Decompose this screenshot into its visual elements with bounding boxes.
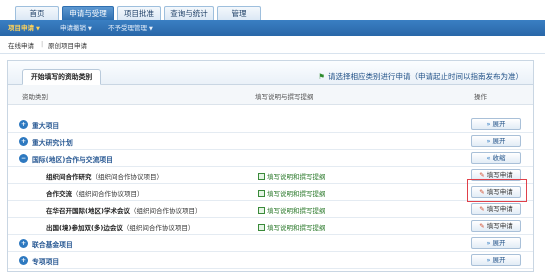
category-label: 国际(地区)合作与交流项目 xyxy=(32,156,113,164)
panel-note-text: 请选择相应类别进行申请（申请起止时间以指南发布为准） xyxy=(328,72,523,81)
subitem-name: 出国(境)参加双(多)边会议 xyxy=(46,224,123,232)
category-label: 重大项目 xyxy=(32,122,60,130)
tab-home[interactable]: 首页 xyxy=(15,6,59,20)
col-category: 资助类别 xyxy=(22,93,48,101)
panel-note: ⚑ 请选择相应类别进行申请（申请起止时间以指南发布为准） xyxy=(318,71,523,82)
guide-link-text: 填写说明和撰写提纲 xyxy=(267,190,326,198)
panel-tab: 开始填写的资助类别 xyxy=(22,69,102,85)
table-row: + 重大项目 » 展开 xyxy=(8,116,533,133)
guide-link[interactable]: 填写说明和撰写提纲 xyxy=(258,188,326,198)
subnav-reject-manage[interactable]: 不予受理管理 ▼ xyxy=(108,20,153,36)
guide-link[interactable]: 填写说明和撰写提纲 xyxy=(258,205,326,215)
expand-plus-icon[interactable]: + xyxy=(19,239,28,248)
sub-nav: 项目申请 ▼ 申请撤销 ▼ 不予受理管理 ▼ xyxy=(0,20,545,36)
top-nav: 首页 申请与受理 项目批准 查询与统计 管理 xyxy=(0,0,545,20)
expand-plus-icon[interactable]: + xyxy=(19,256,28,265)
collapse-minus-icon[interactable]: − xyxy=(19,154,28,163)
fill-application-button[interactable]: ✎ 填写申请 xyxy=(471,203,521,215)
tab-query-statistics[interactable]: 查询与统计 xyxy=(164,6,214,20)
chevron-down-icon: » xyxy=(486,239,491,247)
chevron-down-icon: » xyxy=(486,256,491,264)
category-label: 重大研究计划 xyxy=(32,139,73,147)
divider: | xyxy=(41,40,44,48)
button-label: 展开 xyxy=(492,256,506,264)
button-label: 填写申请 xyxy=(486,205,513,213)
guide-link-text: 填写说明和撰写提纲 xyxy=(267,224,326,232)
category-label: 专项项目 xyxy=(32,258,60,266)
button-label: 收缩 xyxy=(492,154,506,162)
subnav-project-apply[interactable]: 项目申请 ▼ xyxy=(8,20,40,36)
edit-icon: ✎ xyxy=(479,205,485,213)
table-row: − 国际(地区)合作与交流项目 «收缩 xyxy=(8,150,533,167)
subitem-note: （组织间合作协议项目） xyxy=(122,224,195,232)
expand-button[interactable]: » 展开 xyxy=(471,237,521,249)
subitem-name: 组织间合作研究 xyxy=(46,173,92,181)
expand-plus-icon[interactable]: + xyxy=(19,120,28,129)
guide-link-text: 填写说明和撰写提纲 xyxy=(267,173,326,181)
chevron-down-icon: ▼ xyxy=(149,26,153,32)
tab-project-approval[interactable]: 项目批准 xyxy=(117,6,161,20)
panel-header: 开始填写的资助类别 ⚑ 请选择相应类别进行申请（申请起止时间以指南发布为准） xyxy=(8,61,533,85)
subitem-label: 组织间合作研究（组织间合作协议项目） xyxy=(46,171,163,181)
subitem-note: （组织间合作协议项目） xyxy=(72,190,144,198)
table-row: 合作交流（组织间合作协议项目） 填写说明和撰写提纲 ✎ 填写申请 xyxy=(8,184,533,201)
col-action: 操作 xyxy=(474,93,487,101)
subitem-name: 在华召开国际(地区)学术会议 xyxy=(46,207,130,215)
subnav-apply-revoke[interactable]: 申请撤销 ▼ xyxy=(60,20,92,36)
tab-management[interactable]: 管理 xyxy=(217,6,261,20)
expand-button[interactable]: » 展开 xyxy=(471,135,521,147)
table-row: 组织间合作研究（组织间合作协议项目） 填写说明和撰写提纲 ✎ 填写申请 xyxy=(8,167,533,184)
subitem-note: （组织间合作协议项目） xyxy=(129,207,202,215)
category-label: 联合基金项目 xyxy=(32,241,73,249)
subitem-name: 合作交流 xyxy=(46,190,72,198)
subnav-label: 项目申请 xyxy=(8,24,34,32)
link-online-apply[interactable]: 在线申请 xyxy=(8,40,34,50)
subitem-label: 在华召开国际(地区)学术会议（组织间合作协议项目） xyxy=(46,205,201,215)
subitem-label: 出国(境)参加双(多)边会议（组织间合作协议项目） xyxy=(46,222,194,232)
funding-category-panel: 开始填写的资助类别 ⚑ 请选择相应类别进行申请（申请起止时间以指南发布为准） 资助… xyxy=(7,60,534,272)
guide-link-text: 填写说明和撰写提纲 xyxy=(267,207,326,215)
subitem-note: （组织间合作协议项目） xyxy=(91,173,164,181)
table-row: + 专项项目 » 展开 xyxy=(8,252,533,269)
flag-icon: ⚑ xyxy=(318,72,325,81)
edit-icon: ✎ xyxy=(479,222,485,230)
button-label: 展开 xyxy=(492,239,506,247)
chevron-up-icon: « xyxy=(486,154,491,162)
subnav-label: 不予受理管理 xyxy=(108,24,147,32)
expand-plus-icon[interactable]: + xyxy=(19,137,28,146)
table-header: 资助类别 填写说明与撰写提纲 操作 xyxy=(8,85,533,105)
document-icon xyxy=(258,224,265,231)
chevron-down-icon: ▼ xyxy=(88,26,92,32)
expand-button[interactable]: » 展开 xyxy=(471,254,521,266)
chevron-down-icon: » xyxy=(486,120,491,128)
link-original-project-apply[interactable]: 原创项目申请 xyxy=(48,40,87,50)
document-icon xyxy=(258,207,265,214)
table-row: 出国(境)参加双(多)边会议（组织间合作协议项目） 填写说明和撰写提纲 ✎ 填写申… xyxy=(8,218,533,235)
highlight-annotation xyxy=(467,179,527,202)
edit-icon: ✎ xyxy=(479,171,485,179)
document-icon xyxy=(258,173,265,180)
button-label: 展开 xyxy=(492,137,506,145)
guide-link[interactable]: 填写说明和撰写提纲 xyxy=(258,222,326,232)
button-label: 填写申请 xyxy=(486,171,513,179)
chevron-down-icon: ▼ xyxy=(36,26,40,32)
tab-apply-accept[interactable]: 申请与受理 xyxy=(62,6,114,20)
chevron-down-icon: » xyxy=(486,137,491,145)
subitem-label: 合作交流（组织间合作协议项目） xyxy=(46,188,144,198)
table-row: + 重大研究计划 » 展开 xyxy=(8,133,533,150)
button-label: 展开 xyxy=(492,120,506,128)
guide-link[interactable]: 填写说明和撰写提纲 xyxy=(258,171,326,181)
document-icon xyxy=(258,190,265,197)
col-guide: 填写说明与撰写提纲 xyxy=(255,93,314,101)
table-row: 在华召开国际(地区)学术会议（组织间合作协议项目） 填写说明和撰写提纲 ✎ 填写申… xyxy=(8,201,533,218)
sub-sub-nav: 在线申请 | 原创项目申请 xyxy=(0,36,545,54)
fill-application-button[interactable]: ✎ 填写申请 xyxy=(471,220,521,232)
table-row: + 联合基金项目 » 展开 xyxy=(8,235,533,252)
subnav-label: 申请撤销 xyxy=(60,24,86,32)
button-label: 填写申请 xyxy=(486,222,513,230)
expand-button[interactable]: » 展开 xyxy=(471,118,521,130)
collapse-button[interactable]: «收缩 xyxy=(471,152,521,164)
